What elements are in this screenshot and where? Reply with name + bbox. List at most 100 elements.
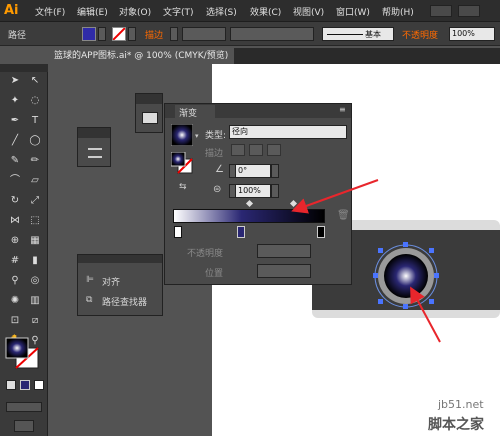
gradient-panel-header[interactable]: 渐变 ≡: [165, 104, 351, 119]
watermark: jb51.net 脚本之家: [376, 396, 500, 436]
paintbrush-tool-icon[interactable]: ✎: [8, 154, 22, 168]
watermark-brand: 脚本之家: [428, 417, 484, 433]
blob-brush-tool-icon[interactable]: ⌒: [8, 174, 22, 188]
stroke-within-button[interactable]: [231, 144, 245, 156]
angle-dropdown[interactable]: [271, 164, 279, 178]
angle-input[interactable]: 0°: [235, 164, 271, 178]
stroke-label-dim: 描边: [205, 149, 224, 159]
fill-stroke-mini-widget[interactable]: [171, 152, 193, 174]
menu-bar: Ai 文件(F) 编辑(E) 对象(O) 文字(T) 选择(S) 效果(C) 视…: [0, 0, 500, 22]
chevron-down-icon[interactable]: ▾: [195, 132, 199, 140]
aspect-ratio-input[interactable]: 100%: [235, 184, 271, 198]
location-label-dim: 位置: [205, 269, 224, 279]
stroke-along-button[interactable]: [249, 144, 263, 156]
stroke-weight-input[interactable]: [182, 27, 226, 41]
line-tool-icon[interactable]: ╱: [8, 134, 22, 148]
stroke-swatch[interactable]: [112, 27, 126, 41]
gradient-slider-ramp[interactable]: [173, 209, 325, 223]
brush-profile-dropdown[interactable]: 基本: [322, 27, 394, 41]
stroke-label[interactable]: 描边: [145, 28, 163, 41]
artboard-tool-icon[interactable]: ⊡: [8, 314, 22, 328]
opacity-label[interactable]: 不透明度: [402, 28, 438, 41]
width-tool-icon[interactable]: ⋈: [8, 214, 22, 228]
basketball-circle[interactable]: [370, 240, 442, 312]
trash-icon[interactable]: 🗑: [337, 210, 350, 221]
menu-file[interactable]: 文件(F): [35, 5, 65, 18]
panel-menu-icon[interactable]: ≡: [339, 105, 346, 114]
stop-location-input[interactable]: [257, 264, 311, 278]
collapsed-panel-transparency[interactable]: [135, 93, 163, 133]
none-mode-button[interactable]: [34, 380, 44, 390]
opacity-label-dim: 不透明度: [187, 249, 224, 259]
draw-mode-buttons[interactable]: [6, 402, 42, 412]
menu-effect[interactable]: 效果(C): [250, 5, 281, 18]
pencil-tool-icon[interactable]: ✏: [28, 154, 42, 168]
stroke-weight-stepper[interactable]: [170, 27, 178, 41]
lasso-tool-icon[interactable]: ◌: [28, 94, 42, 108]
document-tab-bar: 篮球的APP图标.ai* @ 100% (CMYK/预览): [48, 48, 500, 64]
ellipse-tool-icon[interactable]: ◯: [28, 134, 42, 148]
menu-view[interactable]: 视图(V): [293, 5, 324, 18]
variable-width-dropdown[interactable]: [230, 27, 314, 41]
rotate-tool-icon[interactable]: ↻: [8, 194, 22, 208]
midpoint-diamond[interactable]: [245, 199, 254, 208]
align-item[interactable]: 对齐: [102, 275, 120, 288]
scale-tool-icon[interactable]: ⤢: [28, 194, 42, 208]
fill-swatch[interactable]: [82, 27, 96, 41]
selection-tool-icon[interactable]: ➤: [8, 74, 22, 88]
stop-opacity-input[interactable]: [257, 244, 311, 258]
menu-window[interactable]: 窗口(W): [336, 5, 370, 18]
app-logo: Ai: [4, 3, 19, 18]
gradient-stop-white[interactable]: [174, 226, 182, 238]
pathfinder-item[interactable]: 路径查找器: [102, 295, 147, 308]
gradient-stop-black[interactable]: [317, 226, 325, 238]
arrange-docs-button[interactable]: [458, 5, 480, 17]
magic-wand-tool-icon[interactable]: ✦: [8, 94, 22, 108]
slice-tool-icon[interactable]: ⧄: [28, 314, 42, 328]
mesh-tool-icon[interactable]: #: [8, 254, 22, 268]
menu-help[interactable]: 帮助(H): [382, 5, 414, 18]
watermark-site: jb51.net: [438, 398, 484, 411]
blend-tool-icon[interactable]: ◎: [28, 274, 42, 288]
menu-select[interactable]: 选择(S): [206, 5, 237, 18]
fill-stroke-widget[interactable]: [4, 336, 44, 370]
pen-tool-icon[interactable]: ✒: [8, 114, 22, 128]
eraser-tool-icon[interactable]: ▱: [28, 174, 42, 188]
aspect-ratio-icon: ⊜: [213, 184, 222, 195]
angle-icon: ∠: [215, 164, 224, 175]
shape-builder-tool-icon[interactable]: ⊕: [8, 234, 22, 248]
gradient-type-dropdown[interactable]: 径向: [229, 125, 347, 139]
fill-dropdown[interactable]: [98, 27, 106, 41]
stroke-across-button[interactable]: [267, 144, 281, 156]
eyedropper-tool-icon[interactable]: ⚲: [8, 274, 22, 288]
direct-selection-tool-icon[interactable]: ↖: [28, 74, 42, 88]
color-mode-button[interactable]: [6, 380, 16, 390]
document-tab[interactable]: 篮球的APP图标.ai* @ 100% (CMYK/预览): [48, 48, 235, 64]
free-transform-tool-icon[interactable]: ⬚: [28, 214, 42, 228]
perspective-grid-tool-icon[interactable]: ▦: [28, 234, 42, 248]
menu-edit[interactable]: 编辑(E): [77, 5, 108, 18]
align-panel: ⊫ 对齐 ⧉ 路径查找器: [77, 254, 163, 316]
gradient-preview-swatch[interactable]: [171, 124, 193, 146]
bridge-button[interactable]: [430, 5, 452, 17]
reverse-gradient-icon[interactable]: ⇆: [179, 182, 187, 192]
collapsed-panel-stroke[interactable]: [77, 127, 111, 167]
type-label: 类型:: [205, 131, 227, 141]
menu-object[interactable]: 对象(O): [119, 5, 151, 18]
no-color-icon: [112, 27, 126, 41]
pathfinder-icon: ⧉: [86, 295, 93, 305]
screen-mode-button[interactable]: [14, 420, 34, 432]
aspect-dropdown[interactable]: [271, 184, 279, 198]
midpoint-diamond[interactable]: [289, 199, 298, 208]
stroke-dropdown[interactable]: [128, 27, 136, 41]
gradient-mode-button[interactable]: [20, 380, 30, 390]
gradient-tool-icon[interactable]: ▮: [28, 254, 42, 268]
opacity-input[interactable]: 100%: [449, 27, 495, 41]
selection-label: 路径: [8, 31, 27, 41]
column-graph-tool-icon[interactable]: ▥: [28, 294, 42, 308]
type-tool-icon[interactable]: T: [28, 114, 42, 128]
gradient-panel-title: 渐变: [179, 109, 198, 119]
menu-type[interactable]: 文字(T): [163, 5, 194, 18]
gradient-stop-blue[interactable]: [237, 226, 245, 238]
symbol-sprayer-tool-icon[interactable]: ✺: [8, 294, 22, 308]
